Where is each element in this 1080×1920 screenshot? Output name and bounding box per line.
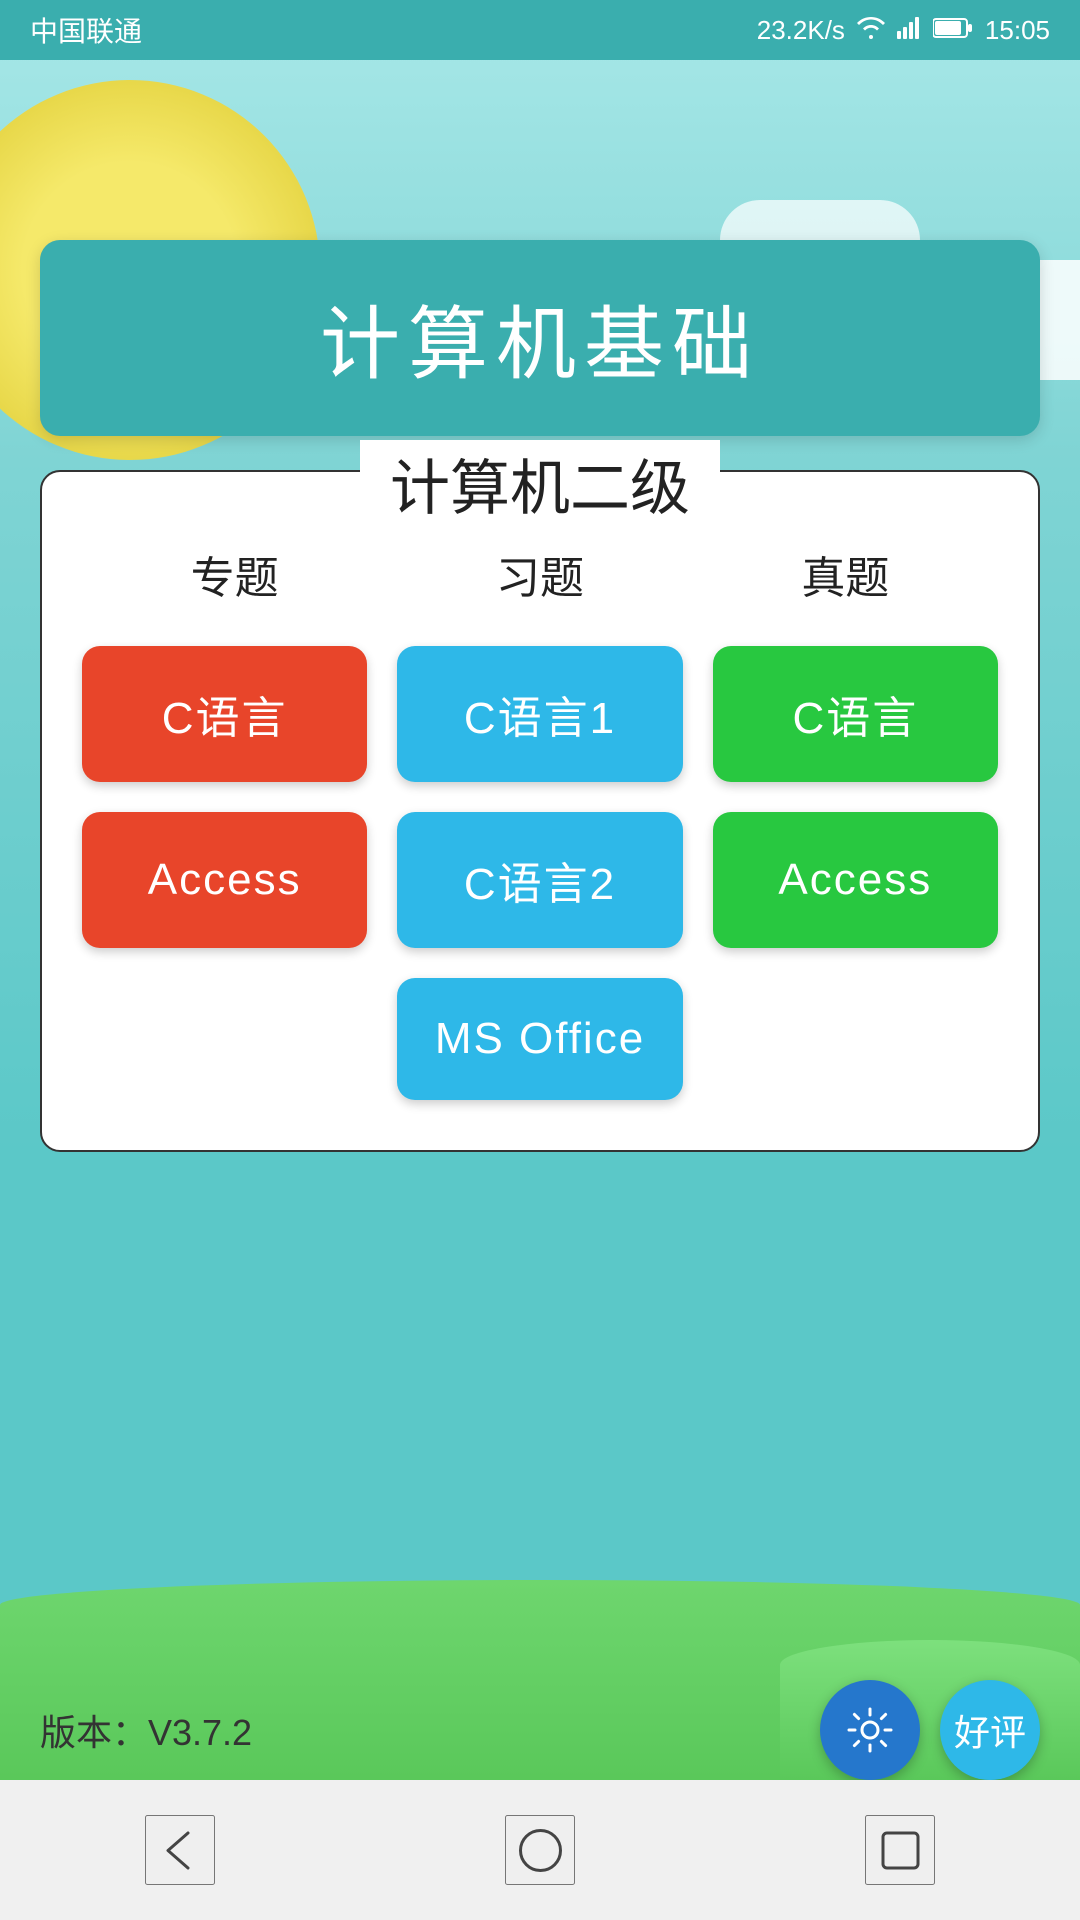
- main-title-banner[interactable]: 计算机基础: [40, 240, 1040, 436]
- btn-access-topic[interactable]: Access: [82, 812, 367, 948]
- btn-c-language-topic[interactable]: C语言: [82, 646, 367, 782]
- nav-home-button[interactable]: [505, 1815, 575, 1885]
- network-speed: 23.2K/s: [757, 15, 845, 46]
- main-title-text: 计算机基础: [320, 280, 760, 396]
- btn-access-exam[interactable]: Access: [713, 812, 998, 948]
- version-label: 版本：V3.7.2: [40, 1704, 252, 1756]
- bottom-bar: 版本：V3.7.2 好评: [0, 1680, 1080, 1780]
- status-right: 23.2K/s 15:05: [757, 15, 1050, 46]
- settings-button[interactable]: [820, 1680, 920, 1780]
- battery-icon: [933, 15, 973, 46]
- nav-recent-button[interactable]: [865, 1815, 935, 1885]
- btn-c-language-1[interactable]: C语言1: [397, 646, 682, 782]
- carrier-label: 中国联通: [30, 10, 142, 50]
- nav-back-button[interactable]: [145, 1815, 215, 1885]
- main-card: 专题 习题 真题 C语言 C语言1 C语言 Access C语言2 Access…: [40, 470, 1040, 1152]
- btn-ms-office[interactable]: MS Office: [397, 978, 682, 1100]
- signal-icon: [897, 15, 921, 46]
- col-header-1: 专题: [82, 542, 387, 606]
- button-grid: C语言 C语言1 C语言 Access C语言2 Access MS Offic…: [82, 646, 998, 1100]
- bottom-buttons: 好评: [820, 1680, 1040, 1780]
- card-title: 计算机二级: [360, 440, 720, 527]
- navigation-bar: [0, 1780, 1080, 1920]
- status-bar: 中国联通 23.2K/s 15:05: [0, 0, 1080, 60]
- time-label: 15:05: [985, 15, 1050, 46]
- btn-c-language-exam[interactable]: C语言: [713, 646, 998, 782]
- wifi-icon: [857, 15, 885, 46]
- btn-c-language-2[interactable]: C语言2: [397, 812, 682, 948]
- review-button[interactable]: 好评: [940, 1680, 1040, 1780]
- col-header-2: 习题: [387, 542, 692, 606]
- col-header-3: 真题: [693, 542, 998, 606]
- column-headers: 专题 习题 真题: [82, 542, 998, 606]
